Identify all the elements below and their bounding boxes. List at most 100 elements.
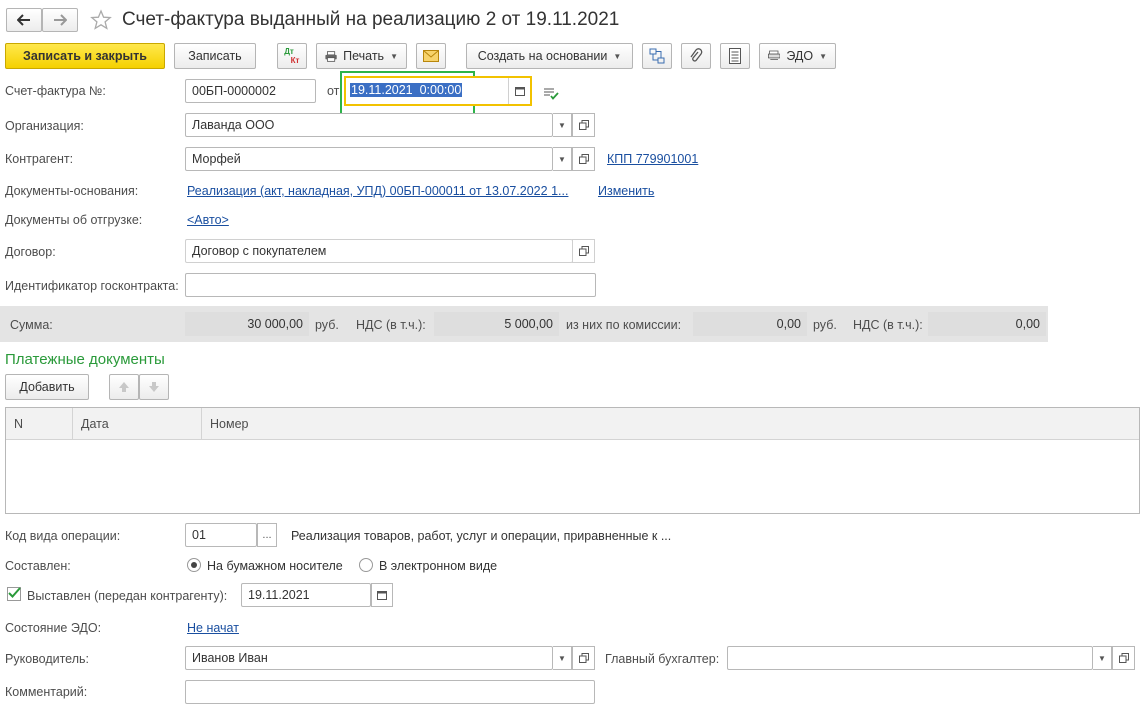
attach-button[interactable] — [681, 43, 711, 69]
printer-icon — [325, 50, 337, 62]
report-button[interactable] — [720, 43, 750, 69]
print-label: Печать — [343, 49, 385, 63]
checkmark-icon — [8, 587, 21, 598]
save-button[interactable]: Записать — [174, 43, 256, 69]
calendar-icon[interactable] — [508, 78, 530, 104]
counterparty-label: Контрагент: — [5, 152, 74, 166]
from-label: от — [327, 84, 340, 98]
dt-icon: Дт — [284, 47, 294, 56]
structure-button[interactable] — [642, 43, 672, 69]
payments-section-title: Платежные документы — [5, 351, 165, 368]
favorite-star-icon[interactable] — [90, 9, 112, 31]
shipment-documents-label: Документы об отгрузке: — [5, 213, 143, 227]
shipment-documents-link[interactable]: <Авто> — [187, 213, 229, 227]
organization-label: Организация: — [5, 119, 84, 133]
organization-dropdown[interactable]: ▼ — [553, 113, 572, 137]
print-button[interactable]: Печать ▼ — [316, 43, 407, 69]
back-button[interactable] — [6, 8, 42, 32]
paper-option-label[interactable]: На бумажном носителе — [207, 559, 343, 573]
counterparty-dropdown[interactable]: ▼ — [553, 147, 572, 171]
arrow-up-icon — [119, 382, 129, 392]
chief-accountant-dropdown[interactable]: ▼ — [1093, 646, 1112, 670]
head-label: Руководитель: — [5, 652, 90, 666]
create-based-on-button[interactable]: Создать на основании ▼ — [466, 43, 633, 69]
commission-vat-label: НДС (в т.ч.): — [853, 318, 923, 332]
chevron-down-icon: ▼ — [390, 51, 398, 61]
invoice-date-field[interactable]: 19.11.2021 0:00:00 — [344, 76, 532, 106]
gov-contract-id-label: Идентификатор госконтракта: — [5, 279, 179, 293]
envelope-icon — [423, 50, 439, 62]
edo-state-link[interactable]: Не начат — [187, 621, 239, 635]
kt-icon: Кт — [290, 56, 300, 65]
chief-accountant-field[interactable] — [727, 646, 1093, 670]
head-dropdown[interactable]: ▼ — [553, 646, 572, 670]
chevron-down-icon: ▼ — [819, 51, 827, 61]
operation-code-label: Код вида операции: — [5, 529, 121, 543]
contract-field[interactable]: Договор с покупателем — [185, 239, 573, 263]
operation-code-select-button[interactable]: ... — [257, 523, 277, 547]
issued-date-field[interactable]: 19.11.2021 — [241, 583, 371, 607]
head-open-icon[interactable] — [572, 646, 595, 670]
vat-label: НДС (в т.ч.): — [356, 318, 426, 332]
email-button[interactable] — [416, 43, 446, 69]
electronic-radio[interactable] — [359, 558, 373, 572]
arrow-right-icon — [54, 14, 67, 26]
payments-table-header: N Дата Номер — [6, 408, 1139, 440]
arrow-left-icon — [17, 14, 30, 26]
gov-contract-id-field[interactable] — [185, 273, 596, 297]
chevron-down-icon: ▼ — [613, 51, 622, 61]
column-n[interactable]: N — [6, 408, 73, 440]
contract-open-icon[interactable] — [572, 239, 595, 263]
counterparty-field[interactable]: Морфей — [185, 147, 553, 171]
invoice-date-value: 19.11.2021 0:00:00 — [350, 83, 463, 97]
head-field[interactable]: Иванов Иван — [185, 646, 553, 670]
dt-kt-button[interactable]: Дт Кт — [277, 43, 307, 69]
kpp-link[interactable]: КПП 779901001 — [607, 152, 698, 166]
contract-label: Договор: — [5, 245, 56, 259]
page-title: Счет-фактура выданный на реализацию 2 от… — [122, 9, 620, 30]
sum-bar: Сумма: 30 000,00 руб. НДС (в т.ч.): 5 00… — [0, 306, 1048, 342]
history-icon[interactable] — [540, 82, 562, 104]
base-documents-link[interactable]: Реализация (акт, накладная, УПД) 00БП-00… — [187, 184, 568, 198]
document-list-icon — [729, 48, 741, 64]
edo-label: ЭДО — [786, 49, 814, 63]
issued-checkbox[interactable] — [7, 587, 21, 601]
save-and-close-button[interactable]: Записать и закрыть — [5, 43, 165, 69]
sum-amount: 30 000,00 — [185, 312, 309, 336]
sum-currency: руб. — [315, 318, 339, 332]
paper-radio[interactable] — [187, 558, 201, 572]
paperclip-icon — [690, 48, 703, 62]
organization-open-icon[interactable] — [572, 113, 595, 137]
comment-field[interactable] — [185, 680, 595, 704]
column-number[interactable]: Номер — [202, 408, 1140, 440]
electronic-option-label[interactable]: В электронном виде — [379, 559, 497, 573]
composed-label: Составлен: — [5, 559, 71, 573]
comment-label: Комментарий: — [5, 685, 88, 699]
chief-accountant-open-icon[interactable] — [1112, 646, 1135, 670]
sum-label: Сумма: — [10, 318, 53, 332]
commission-vat-amount: 0,00 — [928, 312, 1046, 336]
issued-calendar-icon[interactable] — [371, 583, 393, 607]
move-down-button[interactable] — [139, 374, 169, 400]
column-date[interactable]: Дата — [73, 408, 202, 440]
edo-button[interactable]: ЭДО ▼ — [759, 43, 836, 69]
invoice-number-label: Счет-фактура №: — [5, 84, 106, 98]
structure-icon — [649, 48, 665, 64]
commission-amount: 0,00 — [693, 312, 807, 336]
forward-button[interactable] — [42, 8, 78, 32]
organization-field[interactable]: Лаванда ООО — [185, 113, 553, 137]
arrow-down-icon — [149, 382, 159, 392]
invoice-number-field[interactable]: 00БП-0000002 — [185, 79, 316, 103]
operation-code-field[interactable]: 01 — [185, 523, 257, 547]
payments-table[interactable]: N Дата Номер — [5, 407, 1140, 514]
operation-code-description: Реализация товаров, работ, услуг и опера… — [291, 529, 672, 543]
edo-icon — [768, 50, 781, 60]
commission-label: из них по комиссии: — [566, 318, 682, 332]
move-up-button[interactable] — [109, 374, 139, 400]
counterparty-open-icon[interactable] — [572, 147, 595, 171]
change-link[interactable]: Изменить — [598, 184, 654, 198]
add-payment-button[interactable]: Добавить — [5, 374, 89, 400]
issued-label[interactable]: Выставлен (передан контрагенту): — [27, 589, 227, 603]
vat-amount: 5 000,00 — [434, 312, 559, 336]
create-based-on-label: Создать на основании — [477, 49, 608, 63]
